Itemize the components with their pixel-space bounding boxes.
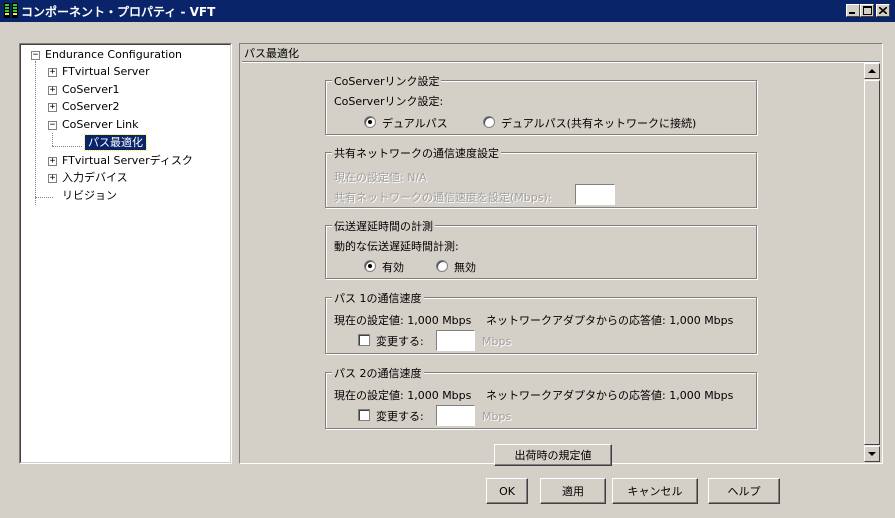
maximize-button[interactable] (860, 4, 874, 17)
shared-network-speed-label: 共有ネットワークの通信速度を設定(Mbps): (334, 191, 552, 204)
arrow-up-icon (868, 69, 876, 73)
path2-change-checkbox[interactable] (358, 409, 370, 421)
shared-network-group: 共有ネットワークの通信速度設定 現在の設定値: N/A 共有ネットワークの通信速… (325, 145, 757, 208)
group-title: 伝送遅延時間の計測 (332, 218, 435, 234)
tree-item-revision[interactable]: リビジョン (62, 188, 117, 204)
help-button[interactable]: ヘルプ (708, 478, 780, 504)
collapse-icon[interactable]: − (48, 121, 57, 130)
tree-panel: − Endurance Configuration + FTvirtual Se… (19, 43, 232, 464)
title-bar[interactable]: コンポーネント・プロパティ - VFT (0, 0, 895, 22)
maximize-icon (862, 6, 872, 15)
path2-adapter: ネットワークアダプタからの応答値: 1,000 Mbps (486, 389, 734, 402)
coserver-link-group: CoServerリンク設定 CoServerリンク設定: デュアルパス デュアル… (325, 73, 757, 135)
tree-item-coserver2[interactable]: CoServer2 (62, 99, 119, 115)
scroll-up-button[interactable] (864, 63, 880, 79)
expand-icon[interactable]: + (48, 157, 57, 166)
path2-unit: Mbps (482, 410, 512, 423)
path2-speed-input[interactable] (436, 405, 475, 426)
radio-disabled[interactable] (436, 260, 448, 272)
minimize-button[interactable] (846, 4, 860, 17)
tree-item-ftvirtual-server-disk[interactable]: FTvirtual Serverディスク (62, 153, 193, 169)
vertical-scrollbar[interactable] (864, 63, 880, 462)
path2-change-label[interactable]: 変更する: (376, 408, 424, 424)
ok-button[interactable]: OK (486, 478, 528, 504)
tree-item-path-optimization[interactable]: パス最適化 (84, 134, 147, 151)
restore-defaults-button[interactable]: 出荷時の規定値 (494, 444, 612, 466)
group-title: パス 2の通信速度 (332, 365, 424, 381)
coserver-link-label: CoServerリンク設定: (334, 95, 444, 108)
minimize-icon (849, 12, 855, 14)
cancel-button[interactable]: キャンセル (612, 478, 698, 504)
radio-enabled-label[interactable]: 有効 (382, 259, 404, 275)
path1-group: パス 1の通信速度 現在の設定値: 1,000 Mbps ネットワークアダプタか… (325, 290, 757, 354)
group-title: CoServerリンク設定 (332, 73, 442, 89)
expand-icon[interactable]: + (48, 68, 57, 77)
path2-group: パス 2の通信速度 現在の設定値: 1,000 Mbps ネットワークアダプタか… (325, 365, 757, 429)
radio-dual-path-shared[interactable] (483, 116, 495, 128)
panel-header: パス最適化 (244, 47, 299, 60)
shared-network-speed-input[interactable] (575, 184, 615, 205)
path1-adapter: ネットワークアダプタからの応答値: 1,000 Mbps (486, 314, 734, 327)
tree-item-ftvirtual-server[interactable]: FTvirtual Server (62, 64, 150, 80)
radio-dual-path-shared-label[interactable]: デュアルパス(共有ネットワークに接続) (501, 115, 696, 131)
arrow-down-icon (868, 452, 876, 456)
window-title: コンポーネント・プロパティ - VFT (21, 5, 216, 19)
root-collapse-icon[interactable]: − (31, 51, 40, 60)
path1-current: 現在の設定値: 1,000 Mbps (334, 314, 472, 327)
apply-button[interactable]: 適用 (540, 478, 606, 504)
latency-label: 動的な伝送遅延時間計測: (334, 240, 459, 253)
expand-icon[interactable]: + (48, 174, 57, 183)
tree-item-input-device[interactable]: 入力デバイス (62, 170, 128, 186)
path2-current: 現在の設定値: 1,000 Mbps (334, 389, 472, 402)
tree-item-coserver1[interactable]: CoServer1 (62, 82, 119, 98)
expand-icon[interactable]: + (48, 86, 57, 95)
latency-group: 伝送遅延時間の計測 動的な伝送遅延時間計測: 有効 無効 (325, 218, 757, 279)
tree-item-coserver-link[interactable]: CoServer Link (62, 117, 139, 133)
tree-root[interactable]: Endurance Configuration (45, 47, 182, 63)
path1-change-checkbox[interactable] (358, 334, 370, 346)
radio-dual-path[interactable] (364, 116, 376, 128)
radio-dual-path-label[interactable]: デュアルパス (382, 115, 448, 131)
scroll-down-button[interactable] (864, 446, 880, 462)
radio-enabled[interactable] (364, 260, 376, 272)
close-icon (879, 7, 887, 14)
group-title: パス 1の通信速度 (332, 290, 424, 306)
scroll-thumb[interactable] (864, 80, 880, 445)
path1-unit: Mbps (482, 335, 512, 348)
path1-speed-input[interactable] (436, 330, 475, 351)
shared-network-current: 現在の設定値: N/A (334, 171, 427, 184)
expand-icon[interactable]: + (48, 103, 57, 112)
group-title: 共有ネットワークの通信速度設定 (332, 145, 501, 161)
radio-disabled-label[interactable]: 無効 (454, 259, 476, 275)
close-button[interactable] (876, 4, 890, 17)
app-icon (4, 3, 18, 18)
path1-change-label[interactable]: 変更する: (376, 333, 424, 349)
